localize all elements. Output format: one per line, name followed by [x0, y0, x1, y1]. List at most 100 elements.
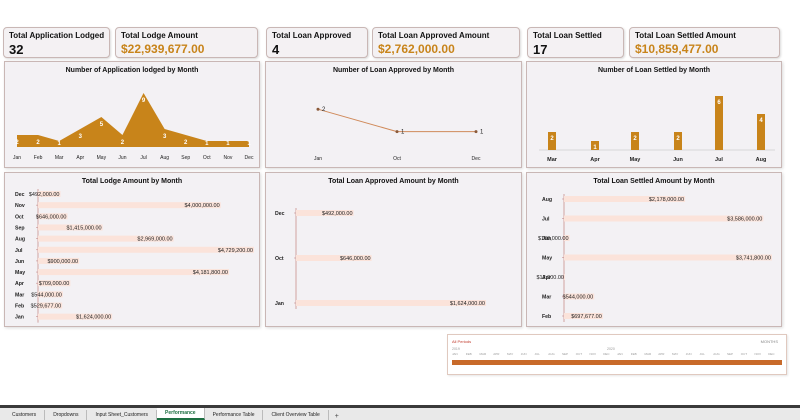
slicer-month-label[interactable]: JAN	[452, 352, 466, 356]
chart-svg: 2Jan2Feb1Mar3Apr5May2Jun9Jul3Aug2Sep1Oct…	[13, 93, 254, 161]
slicer-month-label[interactable]: JUL	[700, 352, 714, 356]
sheet-tab-dropdowns[interactable]: Dropdowns	[45, 410, 88, 420]
chart-approved-amount-by-month[interactable]: Total Loan Approved Amount by Month Dec $…	[265, 172, 522, 327]
slicer-month-label[interactable]: AUG	[713, 352, 727, 356]
kpi-title: Total Application Lodged	[9, 31, 105, 40]
slicer-month-label[interactable]: OCT	[741, 352, 755, 356]
x-tick-label: Apr	[76, 155, 84, 161]
kpi-value: 4	[272, 42, 280, 57]
slicer-month-label[interactable]: MAR	[480, 352, 494, 356]
data-label: $709,000.00	[39, 281, 70, 287]
x-tick-label: Feb	[34, 155, 43, 161]
sheet-tab-performance-table[interactable]: Performance Table	[205, 410, 264, 420]
slicer-month-label[interactable]: JUN	[686, 352, 700, 356]
slicer-month-label[interactable]: JAN	[617, 352, 631, 356]
y-tick-label: Aug	[15, 237, 25, 243]
data-label: $1,624,000.00	[450, 301, 485, 307]
slicer-range-bar[interactable]	[452, 360, 782, 365]
slicer-month-label[interactable]: APR	[493, 352, 507, 356]
slicer-month-label[interactable]: MAY	[507, 352, 521, 356]
chart-loans-approved-by-month[interactable]: Number of Loan Approved by Month 2 Jan 1 Oc…	[265, 61, 522, 168]
slicer-title: All Periods	[452, 339, 472, 344]
x-tick-label: May	[630, 157, 642, 163]
data-point	[395, 130, 399, 134]
data-label: $1,624,000.00	[76, 315, 111, 321]
slicer-month-label[interactable]: OCT	[576, 352, 590, 356]
y-tick-label: Apr	[15, 281, 24, 287]
chart-loans-settled-by-month[interactable]: Number of Loan Settled by Month 2 Mar 1 Apr…	[526, 61, 782, 168]
kpi-total-loan-settled[interactable]: Total Loan Settled 17	[527, 27, 624, 58]
y-tick-label: Jan	[275, 301, 284, 307]
add-sheet-button[interactable]: +	[329, 413, 345, 420]
slicer-month-label[interactable]: FEB	[631, 352, 645, 356]
y-tick-label: Oct	[275, 256, 284, 262]
x-tick-label: Jul	[140, 155, 146, 161]
y-tick-label: Jan	[15, 315, 24, 321]
x-tick-label: Jul	[715, 157, 723, 163]
kpi-total-loan-approved[interactable]: Total Loan Approved 4	[266, 27, 368, 58]
x-tick-label: Aug	[160, 155, 169, 161]
sheet-tab-client-overview-table[interactable]: Client Overview Table	[263, 410, 329, 420]
slicer-months: JAN FEB MAR APR MAY JUN JUL AUG SEP OCT NOV DEC JAN F…	[452, 352, 782, 356]
kpi-value: $2,762,000.00	[378, 42, 455, 56]
data-point	[474, 130, 478, 134]
chart-svg: Aug $2,178,000.00Jul $3,586,000.00Jun$100,…	[536, 194, 772, 322]
area-series	[17, 93, 249, 147]
slicer-month-label[interactable]: JUN	[521, 352, 535, 356]
y-tick-label: Oct	[15, 214, 24, 220]
slicer-month-label[interactable]: SEP	[727, 352, 741, 356]
x-tick-label: Jun	[673, 157, 683, 163]
slicer-month-label[interactable]: DEC	[768, 352, 782, 356]
slicer-month-label[interactable]: NOV	[590, 352, 604, 356]
data-label: $544,000.00	[563, 295, 594, 301]
y-tick-label: Jul	[15, 248, 23, 254]
chart-svg: Dec $492,000.00 Oct $646,000.00 Jan $1,624,00…	[275, 208, 486, 309]
slicer-level-selector[interactable]: MONTHS	[761, 339, 778, 344]
data-label: $529,677.00	[31, 304, 62, 310]
slicer-month-label[interactable]: MAR	[645, 352, 659, 356]
kpi-title: Total Loan Approved Amount	[378, 31, 490, 40]
slicer-month-label[interactable]: NOV	[755, 352, 769, 356]
slicer-month-label[interactable]: AUG	[548, 352, 562, 356]
data-label: $900,000.00	[48, 259, 79, 265]
kpi-value: $22,939,677.00	[121, 42, 205, 56]
kpi-total-lodge-amount[interactable]: Total Lodge Amount $22,939,677.00	[115, 27, 258, 58]
kpi-total-application-lodged[interactable]: Total Application Lodged 32	[3, 27, 110, 58]
slicer-year: 2019	[452, 347, 460, 351]
chart-lodge-amount-by-month[interactable]: Total Lodge Amount by Month Dec $492,000.…	[4, 172, 260, 327]
data-label: $12,000.00	[536, 275, 564, 281]
x-tick-label: Dec	[245, 155, 254, 161]
y-tick-label: Jul	[542, 217, 550, 223]
data-label: 1	[480, 130, 484, 136]
timeline-slicer[interactable]: All Periods MONTHS 2019 2020 JAN FEB MAR AP…	[447, 334, 787, 375]
slicer-month-label[interactable]: DEC	[603, 352, 617, 356]
data-label: $4,000,000.00	[185, 203, 220, 209]
sheet-tab-bar: Customers Dropdowns Input Sheet_Customers P…	[0, 408, 800, 420]
kpi-total-loan-approved-amount[interactable]: Total Loan Approved Amount $2,762,000.00	[372, 27, 520, 58]
x-tick-label: Mar	[547, 157, 558, 163]
kpi-value: $10,859,477.00	[635, 42, 719, 56]
data-label: $3,741,800.00	[736, 256, 771, 262]
x-tick-label: Apr	[590, 157, 600, 163]
x-tick-label: Sep	[181, 155, 190, 161]
slicer-month-label[interactable]: JUL	[535, 352, 549, 356]
y-tick-label: Mar	[15, 292, 24, 298]
y-tick-label: Dec	[15, 192, 25, 198]
slicer-month-label[interactable]: APR	[658, 352, 672, 356]
chart-applications-by-month[interactable]: Number of Application lodged by Month 2J…	[4, 61, 260, 168]
chart-settled-amount-by-month[interactable]: Total Loan Settled Amount by Month Aug $2…	[526, 172, 782, 327]
slicer-month-label[interactable]: FEB	[466, 352, 480, 356]
kpi-value: 17	[533, 42, 548, 57]
data-label: $544,000.00	[31, 292, 62, 298]
y-tick-label: Feb	[542, 314, 551, 320]
slicer-month-label[interactable]: MAY	[672, 352, 686, 356]
x-tick-label: Oct	[203, 155, 211, 161]
sheet-tab-customers[interactable]: Customers	[4, 410, 46, 420]
sheet-tab-input-sheet-customers[interactable]: Input Sheet_Customers	[87, 410, 158, 420]
kpi-value: 32	[9, 42, 24, 57]
slicer-month-label[interactable]: SEP	[562, 352, 576, 356]
kpi-total-loan-settled-amount[interactable]: Total Loan Settled Amount $10,859,477.00	[629, 27, 780, 58]
slicer-year: 2020	[607, 347, 615, 351]
data-label: $492,000.00	[322, 211, 353, 217]
sheet-tab-performance[interactable]: Performance	[157, 408, 205, 420]
